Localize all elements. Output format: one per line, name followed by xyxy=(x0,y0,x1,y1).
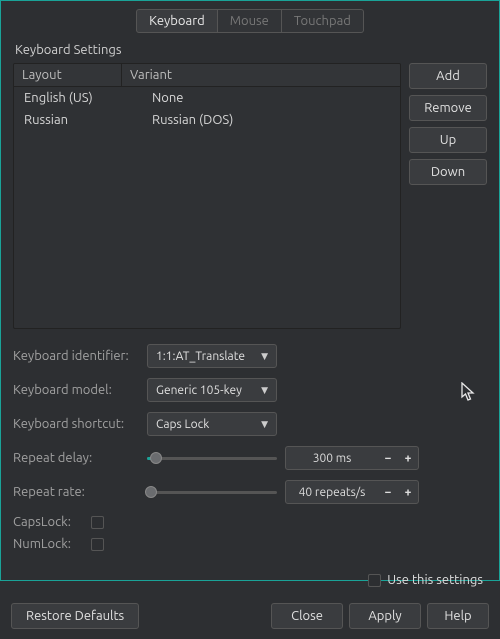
up-button[interactable]: Up xyxy=(409,127,487,153)
chevron-down-icon: ▼ xyxy=(261,419,268,430)
numlock-label: NumLock: xyxy=(13,537,83,551)
down-button[interactable]: Down xyxy=(409,159,487,185)
shortcut-dropdown[interactable]: Caps Lock ▼ xyxy=(147,412,277,436)
close-button[interactable]: Close xyxy=(271,603,343,629)
chevron-down-icon: ▼ xyxy=(261,385,268,396)
minus-icon[interactable]: − xyxy=(378,486,398,499)
repeat-rate-stepper[interactable]: 40 repeats/s − + xyxy=(285,480,419,504)
table-header: Layout Variant xyxy=(14,64,400,87)
cell-layout: English (US) xyxy=(14,87,122,109)
tab-mouse[interactable]: Mouse xyxy=(218,9,282,33)
capslock-checkbox[interactable] xyxy=(91,516,104,529)
cell-variant: Russian (DOS) xyxy=(122,109,400,131)
layouts-table[interactable]: Layout Variant English (US) None Russian… xyxy=(13,63,401,329)
column-header-layout[interactable]: Layout xyxy=(14,64,122,86)
minus-icon[interactable]: − xyxy=(378,452,398,465)
plus-icon[interactable]: + xyxy=(398,452,418,465)
identifier-dropdown[interactable]: 1:1:AT_Translate ▼ xyxy=(147,344,277,368)
model-label: Keyboard model: xyxy=(13,383,139,397)
tab-bar: Keyboard Mouse Touchpad xyxy=(1,1,499,39)
identifier-value: 1:1:AT_Translate xyxy=(156,350,245,363)
model-value: Generic 105-key xyxy=(156,384,242,397)
column-header-variant[interactable]: Variant xyxy=(122,64,400,86)
capslock-label: CapsLock: xyxy=(13,515,83,529)
repeat-delay-stepper[interactable]: 300 ms − + xyxy=(285,446,419,470)
repeat-delay-slider[interactable] xyxy=(147,450,277,466)
apply-button[interactable]: Apply xyxy=(349,603,421,629)
tab-keyboard[interactable]: Keyboard xyxy=(136,9,218,33)
slider-thumb[interactable] xyxy=(145,486,157,498)
repeat-delay-label: Repeat delay: xyxy=(13,451,139,465)
plus-icon[interactable]: + xyxy=(398,486,418,499)
table-row[interactable]: English (US) None xyxy=(14,87,400,109)
remove-button[interactable]: Remove xyxy=(409,95,487,121)
cell-variant: None xyxy=(122,87,400,109)
shortcut-label: Keyboard shortcut: xyxy=(13,417,139,431)
table-row[interactable]: Russian Russian (DOS) xyxy=(14,109,400,131)
chevron-down-icon: ▼ xyxy=(261,351,268,362)
repeat-rate-slider[interactable] xyxy=(147,484,277,500)
numlock-checkbox[interactable] xyxy=(91,538,104,551)
repeat-rate-label: Repeat rate: xyxy=(13,485,139,499)
repeat-delay-value: 300 ms xyxy=(286,452,378,465)
shortcut-value: Caps Lock xyxy=(156,418,209,431)
help-button[interactable]: Help xyxy=(427,603,489,629)
repeat-rate-value: 40 repeats/s xyxy=(286,486,378,499)
slider-thumb[interactable] xyxy=(150,452,162,464)
model-dropdown[interactable]: Generic 105-key ▼ xyxy=(147,378,277,402)
section-title: Keyboard Settings xyxy=(1,39,499,63)
add-button[interactable]: Add xyxy=(409,63,487,89)
use-settings-label: Use this settings xyxy=(387,573,483,587)
layout-actions: Add Remove Up Down xyxy=(409,63,487,329)
restore-defaults-button[interactable]: Restore Defaults xyxy=(11,603,139,629)
tab-touchpad[interactable]: Touchpad xyxy=(282,9,364,33)
cell-layout: Russian xyxy=(14,109,122,131)
use-settings-checkbox[interactable] xyxy=(368,574,381,587)
identifier-label: Keyboard identifier: xyxy=(13,349,139,363)
